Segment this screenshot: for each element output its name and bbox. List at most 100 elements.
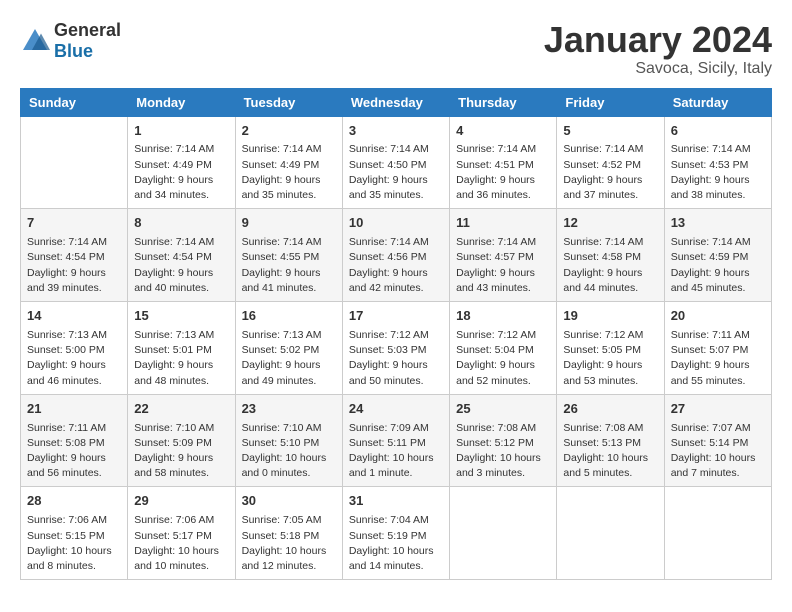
daylight-text: Daylight: 10 hours and 7 minutes.: [671, 452, 756, 479]
day-number: 28: [27, 492, 121, 511]
day-number: 22: [134, 400, 228, 419]
sunrise-text: Sunrise: 7:10 AM: [134, 422, 214, 434]
daylight-text: Daylight: 9 hours and 34 minutes.: [134, 174, 213, 201]
daylight-text: Daylight: 9 hours and 38 minutes.: [671, 174, 750, 201]
daylight-text: Daylight: 9 hours and 41 minutes.: [242, 267, 321, 294]
sunset-text: Sunset: 5:07 PM: [671, 344, 749, 356]
day-number: 13: [671, 214, 765, 233]
logo: General Blue: [20, 20, 121, 62]
day-number: 3: [349, 122, 443, 141]
sunrise-text: Sunrise: 7:12 AM: [349, 329, 429, 341]
sunrise-text: Sunrise: 7:10 AM: [242, 422, 322, 434]
calendar-cell: [557, 487, 664, 580]
sunrise-text: Sunrise: 7:04 AM: [349, 514, 429, 526]
calendar-cell: 7Sunrise: 7:14 AMSunset: 4:54 PMDaylight…: [21, 209, 128, 302]
day-number: 9: [242, 214, 336, 233]
calendar-week-row: 1Sunrise: 7:14 AMSunset: 4:49 PMDaylight…: [21, 116, 772, 209]
sunset-text: Sunset: 5:02 PM: [242, 344, 320, 356]
daylight-text: Daylight: 9 hours and 42 minutes.: [349, 267, 428, 294]
calendar-cell: 22Sunrise: 7:10 AMSunset: 5:09 PMDayligh…: [128, 394, 235, 487]
calendar-cell: 17Sunrise: 7:12 AMSunset: 5:03 PMDayligh…: [342, 302, 449, 395]
day-number: 21: [27, 400, 121, 419]
sunrise-text: Sunrise: 7:13 AM: [27, 329, 107, 341]
calendar-week-row: 21Sunrise: 7:11 AMSunset: 5:08 PMDayligh…: [21, 394, 772, 487]
day-number: 15: [134, 307, 228, 326]
calendar-header-row: SundayMondayTuesdayWednesdayThursdayFrid…: [21, 88, 772, 116]
daylight-text: Daylight: 9 hours and 52 minutes.: [456, 359, 535, 386]
sunset-text: Sunset: 4:49 PM: [242, 159, 320, 171]
calendar-cell: 31Sunrise: 7:04 AMSunset: 5:19 PMDayligh…: [342, 487, 449, 580]
sunset-text: Sunset: 5:13 PM: [563, 437, 641, 449]
title-area: January 2024 Savoca, Sicily, Italy: [544, 20, 772, 78]
logo-general: General: [54, 20, 121, 40]
sunrise-text: Sunrise: 7:13 AM: [242, 329, 322, 341]
calendar-week-row: 14Sunrise: 7:13 AMSunset: 5:00 PMDayligh…: [21, 302, 772, 395]
sunrise-text: Sunrise: 7:14 AM: [349, 236, 429, 248]
day-number: 19: [563, 307, 657, 326]
daylight-text: Daylight: 9 hours and 53 minutes.: [563, 359, 642, 386]
weekday-header: Tuesday: [235, 88, 342, 116]
sunset-text: Sunset: 5:03 PM: [349, 344, 427, 356]
sunrise-text: Sunrise: 7:14 AM: [27, 236, 107, 248]
daylight-text: Daylight: 9 hours and 43 minutes.: [456, 267, 535, 294]
calendar-cell: 15Sunrise: 7:13 AMSunset: 5:01 PMDayligh…: [128, 302, 235, 395]
weekday-header: Saturday: [664, 88, 771, 116]
calendar-cell: 30Sunrise: 7:05 AMSunset: 5:18 PMDayligh…: [235, 487, 342, 580]
sunrise-text: Sunrise: 7:14 AM: [671, 236, 751, 248]
sunrise-text: Sunrise: 7:11 AM: [671, 329, 750, 341]
daylight-text: Daylight: 9 hours and 44 minutes.: [563, 267, 642, 294]
sunrise-text: Sunrise: 7:14 AM: [134, 143, 214, 155]
sunset-text: Sunset: 5:15 PM: [27, 530, 105, 542]
daylight-text: Daylight: 9 hours and 48 minutes.: [134, 359, 213, 386]
sunset-text: Sunset: 5:05 PM: [563, 344, 641, 356]
sunrise-text: Sunrise: 7:06 AM: [134, 514, 214, 526]
daylight-text: Daylight: 10 hours and 12 minutes.: [242, 545, 327, 572]
calendar-cell: [664, 487, 771, 580]
daylight-text: Daylight: 9 hours and 39 minutes.: [27, 267, 106, 294]
daylight-text: Daylight: 9 hours and 35 minutes.: [242, 174, 321, 201]
calendar-cell: 24Sunrise: 7:09 AMSunset: 5:11 PMDayligh…: [342, 394, 449, 487]
calendar-cell: 8Sunrise: 7:14 AMSunset: 4:54 PMDaylight…: [128, 209, 235, 302]
day-number: 25: [456, 400, 550, 419]
calendar-cell: [21, 116, 128, 209]
sunrise-text: Sunrise: 7:08 AM: [563, 422, 643, 434]
logo-text: General Blue: [54, 20, 121, 62]
sunset-text: Sunset: 4:52 PM: [563, 159, 641, 171]
calendar-cell: 14Sunrise: 7:13 AMSunset: 5:00 PMDayligh…: [21, 302, 128, 395]
calendar-week-row: 7Sunrise: 7:14 AMSunset: 4:54 PMDaylight…: [21, 209, 772, 302]
calendar-cell: 12Sunrise: 7:14 AMSunset: 4:58 PMDayligh…: [557, 209, 664, 302]
calendar-cell: 27Sunrise: 7:07 AMSunset: 5:14 PMDayligh…: [664, 394, 771, 487]
day-number: 5: [563, 122, 657, 141]
sunrise-text: Sunrise: 7:12 AM: [563, 329, 643, 341]
day-number: 18: [456, 307, 550, 326]
calendar-cell: 9Sunrise: 7:14 AMSunset: 4:55 PMDaylight…: [235, 209, 342, 302]
calendar-cell: 29Sunrise: 7:06 AMSunset: 5:17 PMDayligh…: [128, 487, 235, 580]
day-number: 7: [27, 214, 121, 233]
weekday-header: Friday: [557, 88, 664, 116]
sunrise-text: Sunrise: 7:14 AM: [563, 143, 643, 155]
weekday-header: Thursday: [450, 88, 557, 116]
daylight-text: Daylight: 9 hours and 46 minutes.: [27, 359, 106, 386]
sunset-text: Sunset: 5:04 PM: [456, 344, 534, 356]
sunset-text: Sunset: 4:59 PM: [671, 251, 749, 263]
logo-blue: Blue: [54, 41, 93, 61]
sunset-text: Sunset: 5:09 PM: [134, 437, 212, 449]
sunset-text: Sunset: 5:18 PM: [242, 530, 320, 542]
page-header: General Blue January 2024 Savoca, Sicily…: [20, 20, 772, 78]
calendar-cell: 6Sunrise: 7:14 AMSunset: 4:53 PMDaylight…: [664, 116, 771, 209]
calendar-cell: 20Sunrise: 7:11 AMSunset: 5:07 PMDayligh…: [664, 302, 771, 395]
sunset-text: Sunset: 4:50 PM: [349, 159, 427, 171]
sunset-text: Sunset: 5:01 PM: [134, 344, 212, 356]
sunrise-text: Sunrise: 7:08 AM: [456, 422, 536, 434]
daylight-text: Daylight: 9 hours and 40 minutes.: [134, 267, 213, 294]
day-number: 26: [563, 400, 657, 419]
daylight-text: Daylight: 10 hours and 10 minutes.: [134, 545, 219, 572]
sunset-text: Sunset: 4:58 PM: [563, 251, 641, 263]
calendar-cell: 18Sunrise: 7:12 AMSunset: 5:04 PMDayligh…: [450, 302, 557, 395]
daylight-text: Daylight: 10 hours and 3 minutes.: [456, 452, 541, 479]
sunset-text: Sunset: 5:19 PM: [349, 530, 427, 542]
day-number: 17: [349, 307, 443, 326]
sunrise-text: Sunrise: 7:14 AM: [671, 143, 751, 155]
day-number: 8: [134, 214, 228, 233]
day-number: 14: [27, 307, 121, 326]
